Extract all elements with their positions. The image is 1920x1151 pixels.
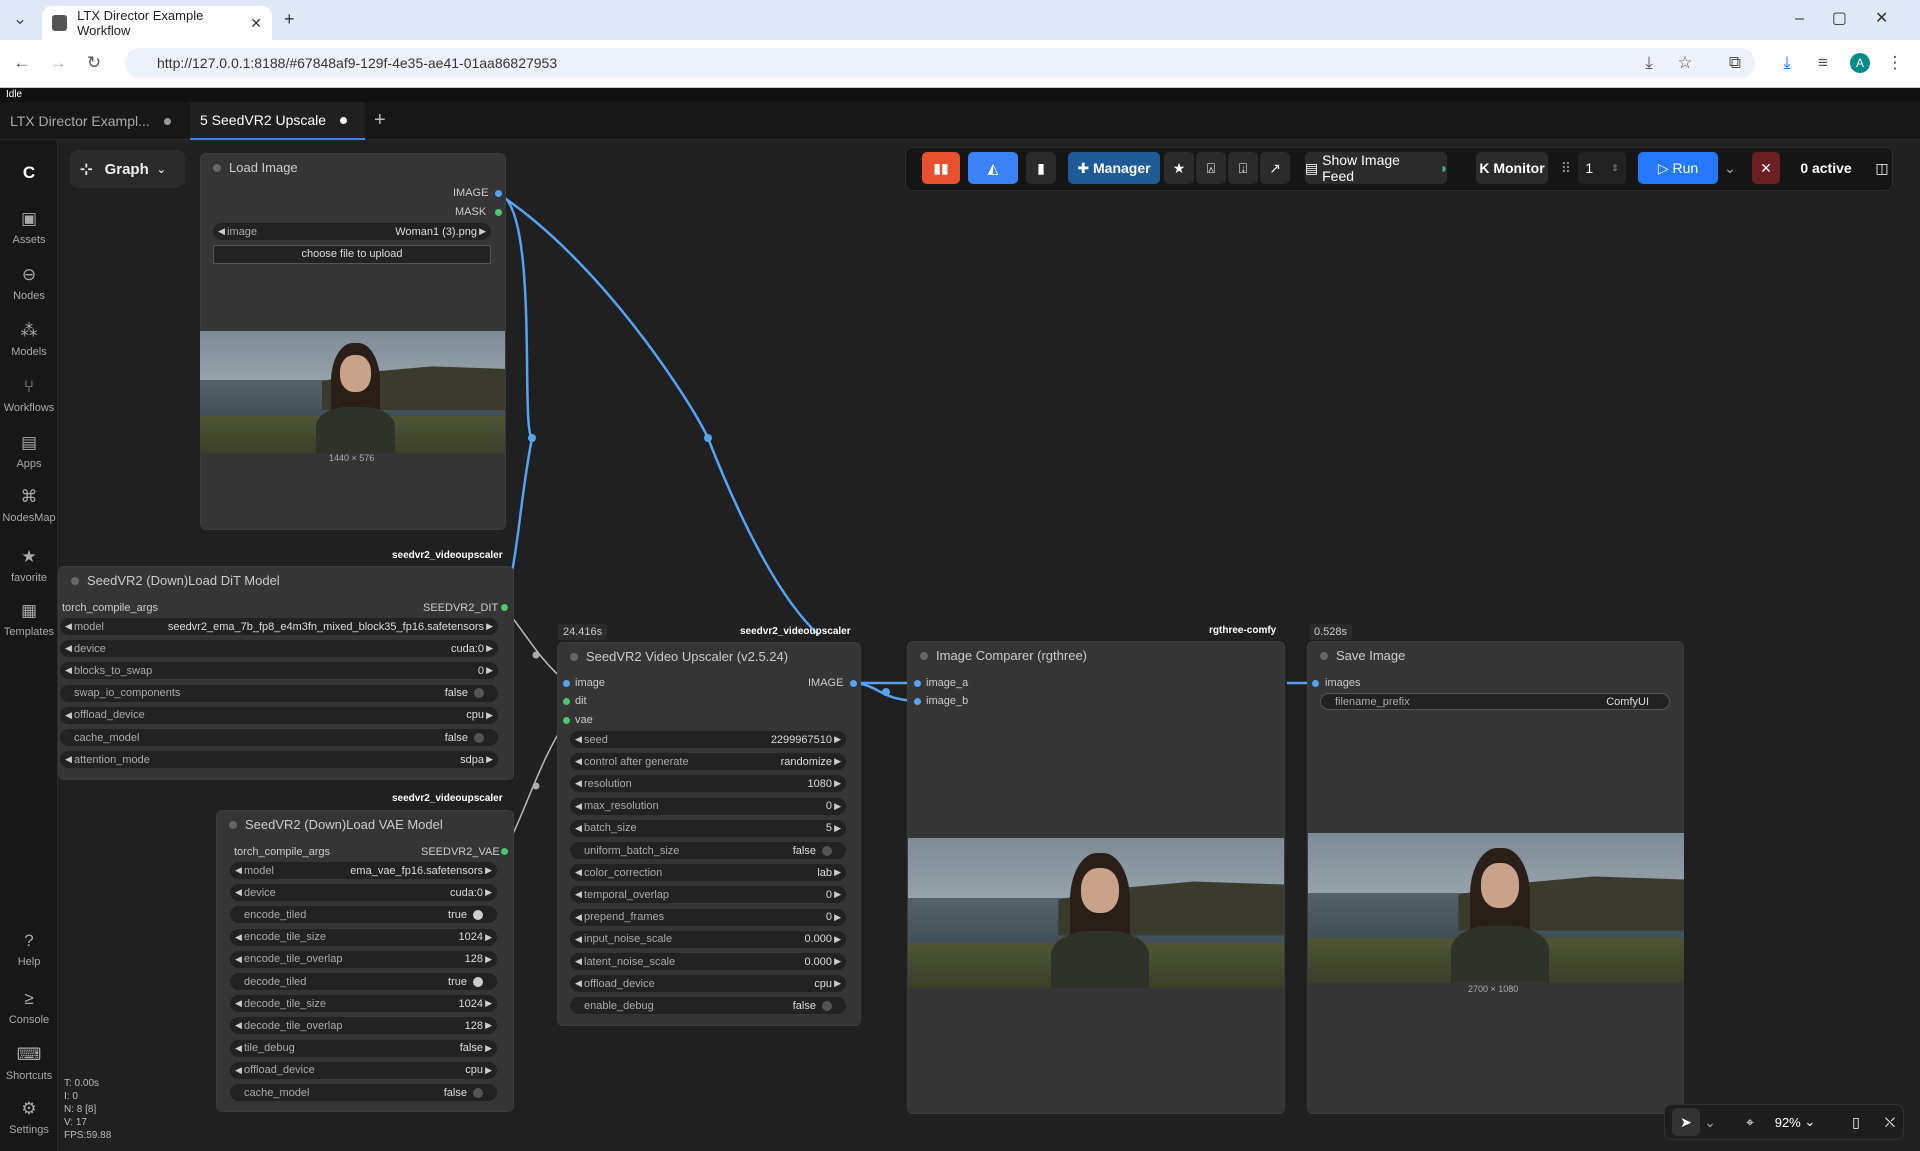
image-link-b (496, 191, 820, 636)
widget-resolution[interactable]: resolution1080 (570, 775, 846, 793)
toggle-knob-icon (474, 688, 484, 699)
widget-offload-device[interactable]: offload_devicecpu (230, 1061, 497, 1079)
input-label: vae (575, 714, 593, 726)
comparison-preview[interactable] (908, 838, 1284, 988)
reroute-dot (882, 688, 890, 696)
widget-cache-model[interactable]: cache_model false (230, 1084, 497, 1101)
toggle-knob-icon (822, 1000, 832, 1011)
widget-enable-debug[interactable]: enable_debug false (570, 997, 846, 1015)
widget-blocks-to-swap[interactable]: blocks_to_swap0 (60, 662, 498, 680)
widget-device[interactable]: devicecuda:0 (60, 640, 498, 658)
filename-prefix-field[interactable]: filename_prefix ComfyUI (1320, 693, 1670, 710)
canvas-stats: T: 0.00s I: 0 N: 8 [8] V: 17 FPS:59.88 (64, 1078, 112, 1141)
input-label: image_b (926, 695, 969, 707)
input-dit-slot[interactable] (563, 698, 570, 705)
node-source-tag: seedvr2_videoupscaler (740, 626, 851, 637)
input-image-b-slot[interactable] (914, 698, 921, 705)
widget-model[interactable]: modelema_vae_fp16.safetensors (230, 862, 497, 879)
upload-button[interactable]: choose file to upload (213, 245, 491, 264)
input-label: images (1325, 677, 1361, 689)
node-source-tag: rgthree-comfy (1209, 625, 1277, 636)
widget-input-noise-scale[interactable]: input_noise_scale0.000 (570, 930, 846, 948)
widget-encode-tiled[interactable]: encode_tiled true (230, 906, 497, 924)
widget-batch-size[interactable]: batch_size5 (570, 819, 846, 837)
input-image-a-slot[interactable] (914, 680, 921, 687)
input-image-preview (200, 331, 505, 453)
output-mask-slot[interactable] (495, 209, 502, 216)
widget-attention-mode[interactable]: attention_modesdpa (60, 751, 498, 769)
output-label: IMAGE (808, 677, 844, 689)
widget-seed[interactable]: seed2299967510 (570, 731, 846, 748)
input-label: torch_compile_args (234, 846, 330, 858)
reroute-dot (528, 434, 536, 442)
fit-view-icon[interactable]: ⌖ (1736, 1108, 1764, 1136)
image-dimensions: 1440 × 576 (329, 453, 375, 463)
output-dit-slot[interactable] (501, 604, 508, 611)
execution-timer: 0.528s (1309, 624, 1353, 640)
node-source-tag: seedvr2_videoupscaler (392, 793, 503, 804)
image-combo[interactable]: imageWoman1 (3).png (213, 223, 491, 240)
reroute-dot (704, 434, 712, 442)
chevron-down-icon[interactable]: ⌄ (1702, 1108, 1718, 1136)
widget-offload-device[interactable]: offload_devicecpu (60, 706, 498, 724)
input-label: dit (575, 695, 587, 707)
output-label: SEEDVR2_DIT (423, 602, 499, 614)
widget-swap-io-components[interactable]: swap_io_components false (60, 684, 498, 702)
widget-decode-tile-overlap[interactable]: decode_tile_overlap128 (230, 1017, 497, 1035)
widget-tile-debug[interactable]: tile_debugfalse (230, 1039, 497, 1057)
node-title: SeedVR2 Video Upscaler (v2.5.24) (558, 643, 860, 671)
widget-device[interactable]: devicecuda:0 (230, 884, 497, 902)
widget-temporal-overlap[interactable]: temporal_overlap0 (570, 886, 846, 904)
toggle-knob-icon (473, 1087, 483, 1098)
output-image-slot[interactable] (495, 190, 502, 197)
execution-timer: 24.416s (558, 624, 608, 640)
widget-latent-noise-scale[interactable]: latent_noise_scale0.000 (570, 953, 846, 970)
toggle-knob-icon (473, 976, 483, 987)
output-mask-label: MASK (455, 206, 487, 218)
reroute-dot (532, 782, 540, 790)
widget-prepend-frames[interactable]: prepend_frames0 (570, 908, 846, 926)
widget-control-after-generate[interactable]: control after generaterandomize (570, 753, 846, 771)
hide-links-icon[interactable]: ⛌ (1876, 1108, 1904, 1136)
input-images-slot[interactable] (1312, 680, 1319, 687)
widget-decode-tiled[interactable]: decode_tiled true (230, 973, 497, 990)
widget-color-correction[interactable]: color_correctionlab (570, 864, 846, 882)
widget-cache-model[interactable]: cache_model false (60, 729, 498, 746)
reroute-dot (532, 651, 540, 659)
node-source-tag: seedvr2_videoupscaler (392, 550, 503, 561)
node-title: Load Image (201, 154, 505, 182)
input-vae-slot[interactable] (563, 717, 570, 724)
saved-image-preview[interactable] (1308, 833, 1684, 983)
select-tool-icon[interactable]: ➤ (1672, 1108, 1700, 1136)
minimap-icon[interactable]: ▯ (1842, 1108, 1870, 1136)
widget-encode-tile-overlap[interactable]: encode_tile_overlap128 (230, 950, 497, 968)
toggle-knob-icon (822, 845, 832, 856)
output-label: SEEDVR2_VAE (421, 846, 500, 858)
node-title: Save Image (1308, 642, 1683, 670)
input-label: image (575, 677, 605, 689)
input-label: image_a (926, 677, 969, 689)
widget-decode-tile-size[interactable]: decode_tile_size1024 (230, 995, 497, 1013)
toggle-knob-icon (473, 909, 483, 920)
output-vae-slot[interactable] (501, 848, 508, 855)
zoom-level[interactable]: 92% ⌄ (1770, 1108, 1820, 1136)
widget-encode-tile-size[interactable]: encode_tile_size1024 (230, 928, 497, 946)
input-image-slot[interactable] (563, 680, 570, 687)
node-title: Image Comparer (rgthree) (908, 642, 1284, 670)
node-title: SeedVR2 (Down)Load VAE Model (217, 811, 513, 839)
toggle-knob-icon (474, 732, 484, 743)
widget-max-resolution[interactable]: max_resolution0 (570, 797, 846, 815)
node-title: SeedVR2 (Down)Load DiT Model (59, 567, 513, 595)
widget-uniform-batch-size[interactable]: uniform_batch_size false (570, 842, 846, 859)
widget-offload-device[interactable]: offload_devicecpu (570, 975, 846, 993)
output-image-label: IMAGE (453, 187, 489, 199)
image-dimensions: 2700 × 1080 (1468, 984, 1519, 994)
widget-model[interactable]: modelseedvr2_ema_7b_fp8_e4m3fn_mixed_blo… (60, 618, 498, 635)
output-image-slot[interactable] (850, 680, 857, 687)
input-label: torch_compile_args (62, 602, 158, 614)
